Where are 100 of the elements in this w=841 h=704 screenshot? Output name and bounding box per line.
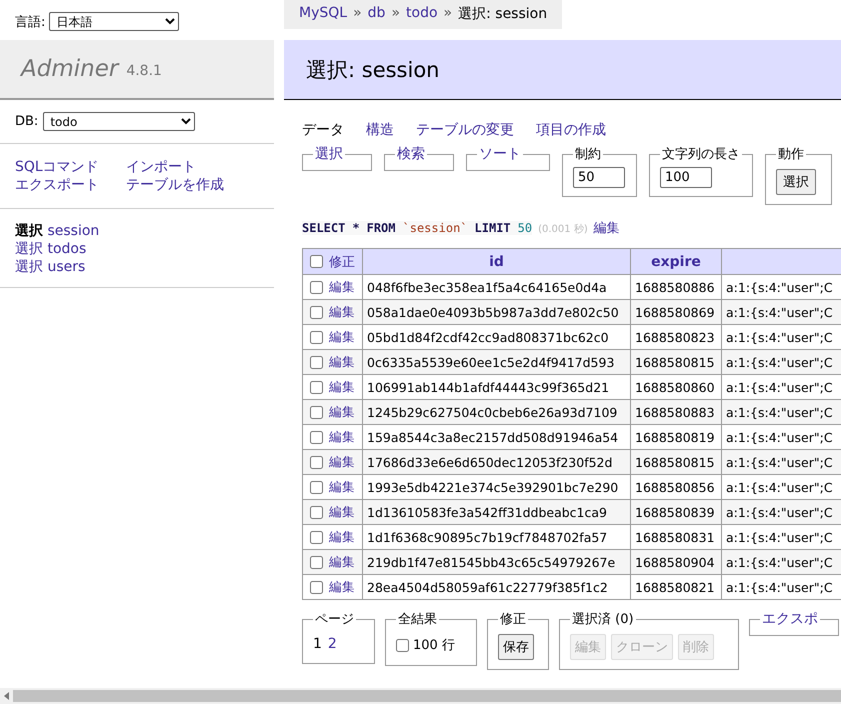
row-checkbox[interactable]: [310, 306, 323, 319]
table-cell: 05bd1d84f2cdf42cc9ad808371bc62c0: [367, 330, 609, 344]
fieldset-legend-link[interactable]: ソート: [479, 146, 521, 162]
edit-query-link[interactable]: 編集: [594, 219, 620, 237]
table-cell: 1688580815: [635, 454, 715, 470]
fieldset-legend: 制約: [575, 147, 601, 162]
fieldset-legend: 文字列の長さ: [662, 147, 740, 162]
row-checkbox[interactable]: [310, 556, 323, 569]
table-cell: 28ea4504d58059af61c22779f385f1c2: [367, 580, 608, 594]
table-cell: 219db1f47e81545bb43c65c54979267e: [367, 554, 616, 570]
table-cell: a:1:{s:4:"user";C: [726, 280, 833, 294]
table-cell: 1993e5db4221e374c5e392901bc7e290: [367, 480, 618, 494]
row-checkbox[interactable]: [310, 380, 323, 394]
row-checkbox[interactable]: [310, 406, 323, 419]
row-checkbox[interactable]: [310, 530, 323, 544]
table-cell: a:1:{s:4:"user";C: [726, 354, 833, 370]
table-cell: a:1:{s:4:"user";C: [726, 380, 833, 394]
table-cell: a:1:{s:4:"user";C: [726, 554, 833, 570]
page-link[interactable]: 2: [328, 636, 337, 652]
checkbox-label: 100 行: [413, 637, 455, 654]
page-link[interactable]: 1: [313, 636, 322, 652]
breadcrumb-link[interactable]: MySQL: [299, 5, 348, 23]
table-cell: 1688580856: [635, 480, 715, 494]
table-cell: 058a1dae0e4093b5b987a3dd7e802c50: [367, 304, 619, 320]
table-cell: 0c6335a5539e60ee1c5e2d4f9417d593: [367, 354, 614, 370]
row-checkbox[interactable]: [310, 456, 323, 469]
tab[interactable]: テーブルの変更: [416, 121, 514, 139]
table-cell: 1688580904: [635, 554, 715, 570]
select-button[interactable]: 選択: [776, 169, 816, 195]
logo-version: 4.8.1: [126, 63, 162, 79]
row-checkbox[interactable]: [310, 356, 323, 369]
fieldset-legend: 動作: [778, 147, 804, 162]
language-select[interactable]: 日本語: [49, 12, 180, 31]
table-cell: 1245b29c627504c0cbeb6e26a93d7109: [367, 404, 618, 420]
tab[interactable]: データ: [302, 121, 344, 139]
row-checkbox[interactable]: [310, 480, 323, 494]
table-cell: 1d13610583fe3a542ff31ddbeabc1ca9: [367, 504, 607, 520]
row-checkbox[interactable]: [310, 580, 323, 594]
logo-name: Adminer: [21, 56, 118, 82]
table-cell: a:1:{s:4:"user";C: [726, 430, 833, 444]
query-time: (0.001 秒): [538, 222, 588, 236]
row-checkbox[interactable]: [310, 280, 323, 294]
table-cell: 1688580823: [635, 330, 715, 344]
fieldset-legend: ページ: [315, 612, 354, 627]
tab[interactable]: 構造: [366, 121, 394, 139]
command-link[interactable]: インポート: [126, 158, 259, 176]
row-checkbox[interactable]: [310, 430, 323, 444]
column-header[interactable]: id: [362, 248, 630, 274]
breadcrumb-link[interactable]: todo: [406, 5, 438, 23]
table-cell: a:1:{s:4:"user";C: [726, 330, 833, 344]
breadcrumb-link[interactable]: db: [368, 5, 386, 23]
breadcrumb-separator: »: [391, 5, 400, 23]
breadcrumb-separator: »: [353, 5, 362, 23]
fieldset-legend: 全結果: [398, 612, 437, 627]
select-all-checkbox[interactable]: [310, 255, 323, 268]
horizontal-scrollbar[interactable]: [0, 688, 841, 704]
input-field[interactable]: 100: [660, 167, 712, 188]
sql-query: SELECT * FROM `session` LIMIT 50: [302, 221, 532, 235]
table-link[interactable]: 選択 session: [15, 222, 259, 240]
table-link[interactable]: 選択 todos: [15, 240, 259, 258]
table-cell: 1688580815: [635, 354, 715, 370]
table-cell: 1688580821: [635, 580, 715, 594]
fieldset-legend-link[interactable]: 選択: [315, 146, 343, 162]
column-header[interactable]: expire: [630, 248, 722, 274]
scroll-left-icon[interactable]: [4, 692, 10, 700]
table-cell: 159a8544c3a8ec2157dd508d91946a54: [367, 430, 618, 444]
table-cell: a:1:{s:4:"user";C: [726, 480, 833, 494]
table-cell: 1688580886: [635, 280, 715, 294]
checkbox[interactable]: [396, 638, 409, 652]
table-cell: a:1:{s:4:"user";C: [726, 580, 833, 594]
breadcrumb-current: 選択: session: [458, 5, 548, 23]
fieldset-legend-link[interactable]: 検索: [397, 146, 425, 162]
table-cell: 1688580839: [635, 504, 715, 520]
table-cell: 048f6fbe3ec358ea1f5a4c64165e0d4a: [367, 280, 607, 294]
table-cell: a:1:{s:4:"user";C: [726, 504, 833, 520]
table-cell: 1688580819: [635, 430, 715, 444]
row-checkbox[interactable]: [310, 330, 323, 344]
table-link[interactable]: 選択 users: [15, 258, 259, 276]
table-cell: 1688580869: [635, 304, 715, 320]
command-link[interactable]: テーブルを作成: [126, 176, 259, 194]
fieldset-legend: 修正: [500, 612, 526, 627]
command-link[interactable]: エクスポート: [15, 176, 126, 194]
input-field[interactable]: 50: [573, 167, 625, 188]
table-cell: a:1:{s:4:"user";C: [726, 530, 833, 544]
table-cell: a:1:{s:4:"user";C: [726, 304, 833, 320]
table-cell: a:1:{s:4:"user";C: [726, 404, 833, 420]
breadcrumb-separator: »: [444, 5, 452, 23]
language-label: 言語:: [15, 14, 46, 30]
db-select[interactable]: todo: [43, 112, 196, 131]
table-cell: 17686d33e6e6d650dec12053f230f52d: [367, 454, 612, 470]
page-title: 選択: session: [284, 40, 841, 100]
table-cell: a:1:{s:4:"user";C: [726, 454, 833, 470]
table-cell: 1688580860: [635, 380, 715, 394]
tab[interactable]: 項目の作成: [536, 121, 606, 139]
save-button[interactable]: 保存: [498, 634, 534, 660]
db-label: DB:: [15, 114, 38, 129]
row-checkbox[interactable]: [310, 506, 323, 519]
fieldset-legend-link[interactable]: エクスポ: [762, 611, 818, 627]
command-link[interactable]: SQLコマンド: [15, 158, 126, 176]
table-cell: 106991ab144b1afdf44443c99f365d21: [367, 380, 610, 394]
